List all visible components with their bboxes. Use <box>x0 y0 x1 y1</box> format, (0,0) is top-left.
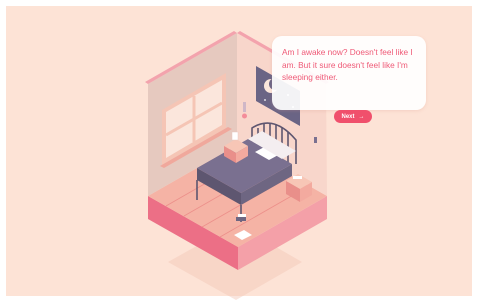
speech-bubble: Am I awake now? Doesn't feel like I am. … <box>272 36 426 110</box>
arrow-right-icon: → <box>358 113 365 120</box>
dialog-text: Am I awake now? Doesn't feel like I am. … <box>282 47 413 82</box>
next-button[interactable]: Next → <box>334 110 372 123</box>
book-on-stand <box>293 176 302 179</box>
next-button-label: Next <box>341 113 355 120</box>
wall-hook <box>314 137 317 143</box>
table-lamp <box>231 131 239 141</box>
wall-lamp <box>243 102 246 112</box>
game-screen: Am I awake now? Doesn't feel like I am. … <box>0 0 479 302</box>
floor-books <box>236 217 246 221</box>
